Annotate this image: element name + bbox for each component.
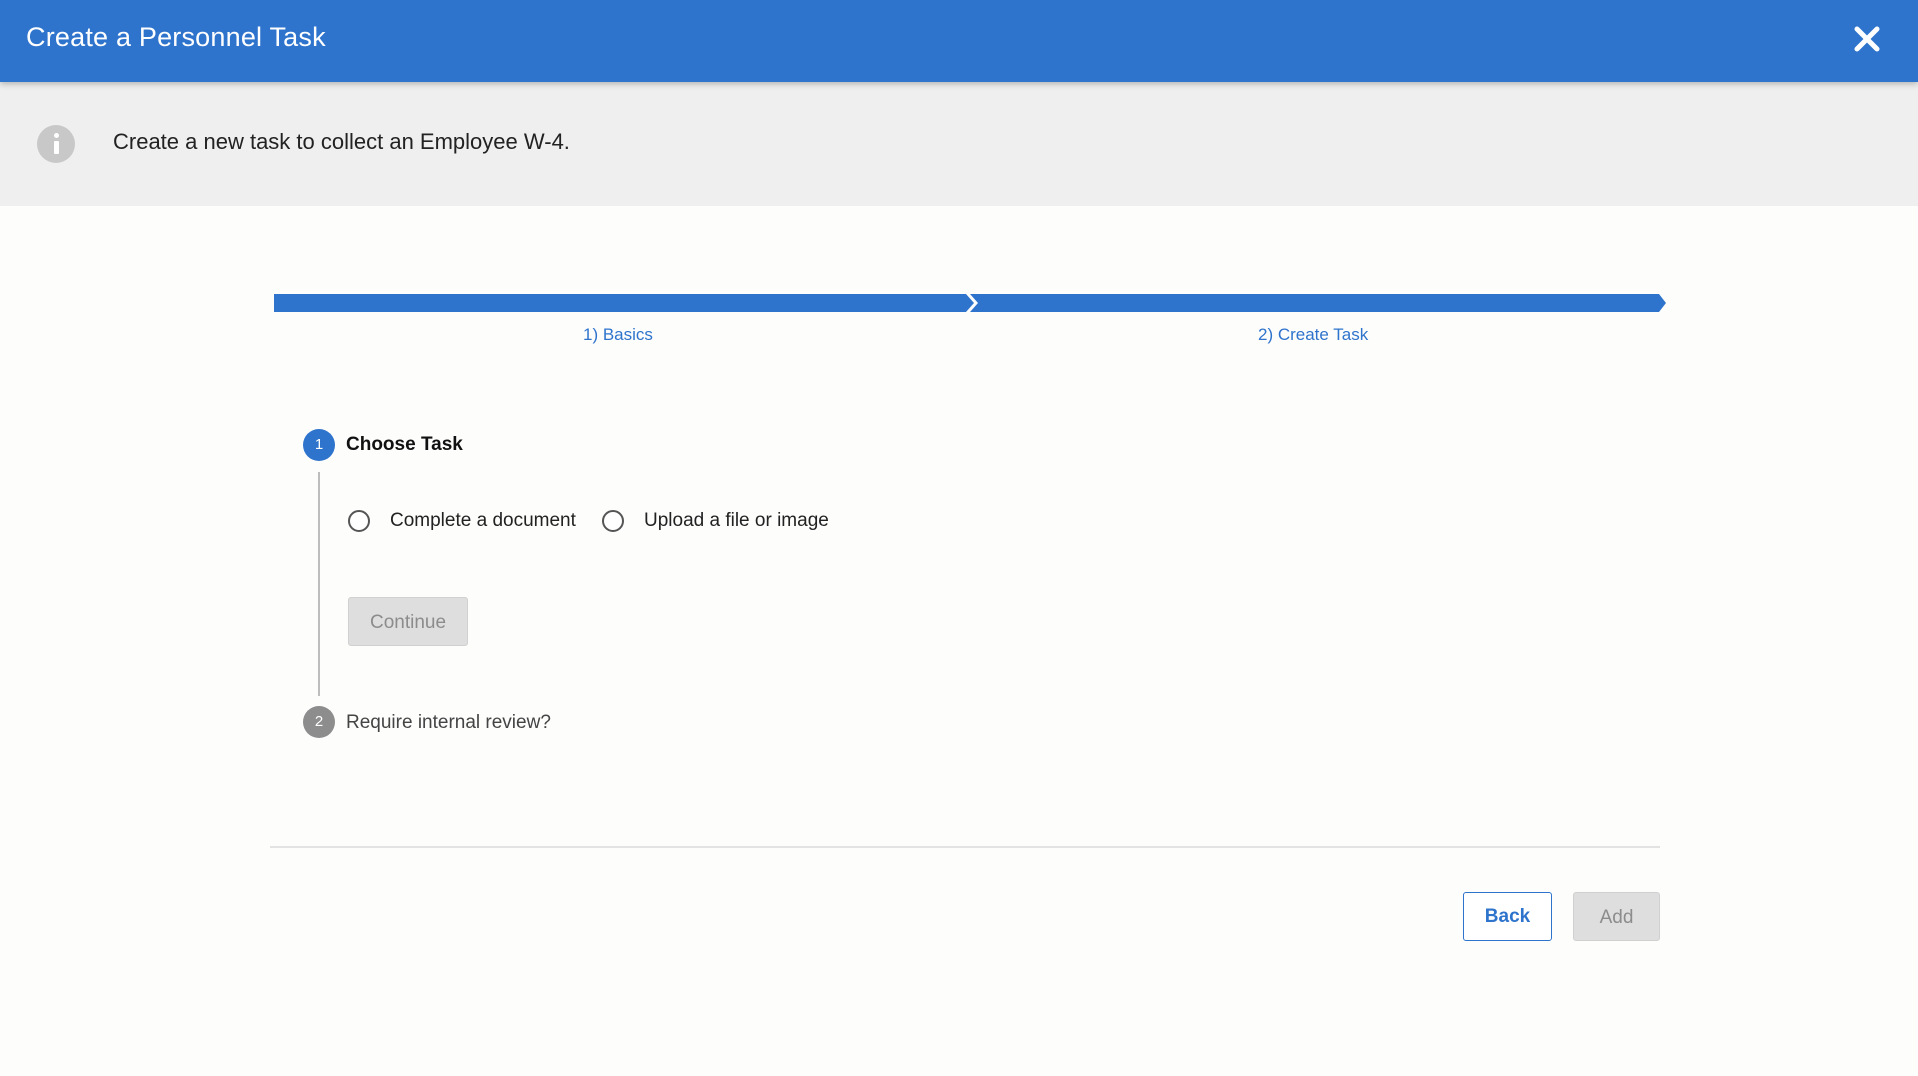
step-2-indicator: 2 [303,706,335,738]
stepper-connector [318,472,320,696]
progress-segment-create-task [970,294,1666,312]
info-text: Create a new task to collect an Employee… [113,129,570,154]
step-1-indicator: 1 [303,429,335,461]
close-button[interactable] [1848,20,1886,58]
progress-bar [274,294,1666,312]
step-1-title: Choose Task [346,434,463,455]
progress-step-basics[interactable]: 1) Basics [583,325,653,345]
dialog-header: Create a Personnel Task [0,0,1918,82]
info-banner: Create a new task to collect an Employee… [0,82,1918,206]
radio-complete-document[interactable]: Complete a document [348,506,576,536]
radio-label: Upload a file or image [644,510,829,531]
info-icon [37,125,75,163]
radio-upload-file[interactable]: Upload a file or image [602,506,829,536]
back-button[interactable]: Back [1463,892,1552,941]
add-button[interactable]: Add [1573,892,1660,941]
progress-segment-basics [274,294,974,312]
radio-button[interactable] [348,510,370,532]
progress-step-create-task[interactable]: 2) Create Task [1258,325,1368,345]
continue-button[interactable]: Continue [348,597,468,646]
radio-button[interactable] [602,510,624,532]
close-icon [1854,26,1880,52]
footer-divider [270,846,1660,848]
dialog-title: Create a Personnel Task [26,22,326,52]
radio-label: Complete a document [390,510,576,531]
step-2-title: Require internal review? [346,712,551,733]
